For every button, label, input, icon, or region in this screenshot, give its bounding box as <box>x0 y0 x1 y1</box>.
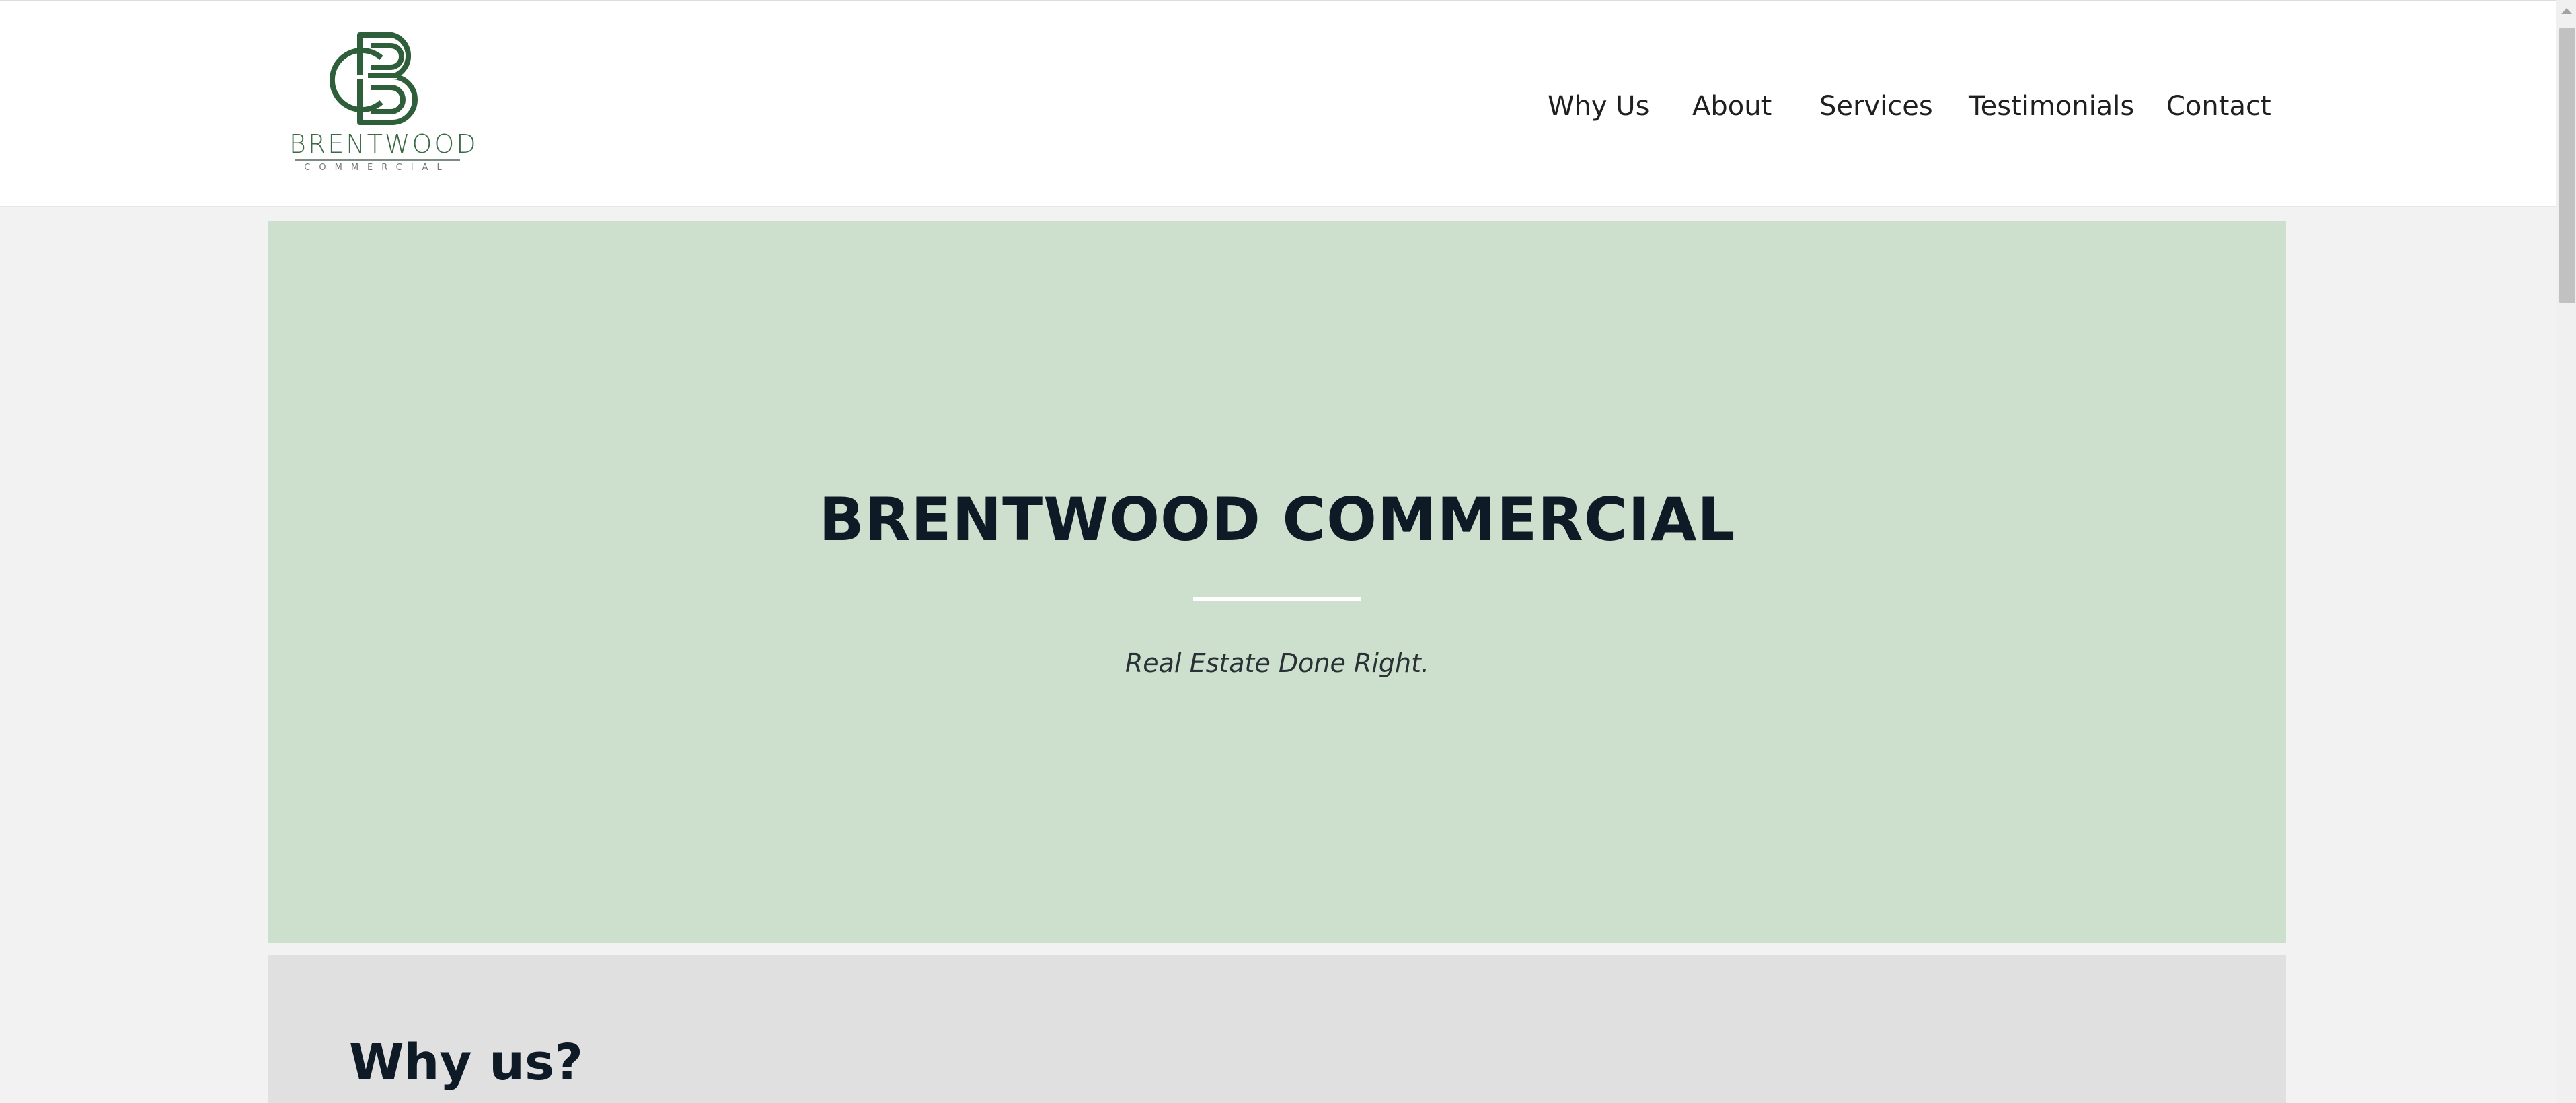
page-scrollbar[interactable] <box>2556 0 2576 1103</box>
scrollbar-thumb[interactable] <box>2559 28 2575 303</box>
hero-divider <box>1193 597 1361 601</box>
brand-divider <box>295 159 460 161</box>
nav-item-about[interactable]: About <box>1692 86 1772 126</box>
nav-item-services[interactable]: Services <box>1819 86 1933 126</box>
nav-item-testimonials[interactable]: Testimonials <box>1969 86 2134 126</box>
scroll-up-arrow-icon[interactable] <box>2561 8 2572 14</box>
why-us-heading: Why us? <box>349 1034 583 1092</box>
site-header: BRENTWOOD COMMERCIAL Why Us About Servic… <box>0 0 2556 207</box>
hero-tagline: Real Estate Done Right. <box>1125 648 1430 678</box>
brand-name: BRENTWOOD <box>289 129 478 159</box>
hero-title: BRENTWOOD COMMERCIAL <box>819 485 1736 554</box>
why-us-section: Why us? <box>268 955 2286 1103</box>
brand-logo[interactable]: BRENTWOOD COMMERCIAL <box>289 32 478 176</box>
hero-banner: BRENTWOOD COMMERCIAL Real Estate Done Ri… <box>268 221 2286 943</box>
nav-item-contact[interactable]: Contact <box>2166 86 2271 126</box>
brand-subname: COMMERCIAL <box>304 163 451 173</box>
nav-item-why-us[interactable]: Why Us <box>1548 86 1649 126</box>
brentwood-monogram-icon <box>330 32 418 125</box>
